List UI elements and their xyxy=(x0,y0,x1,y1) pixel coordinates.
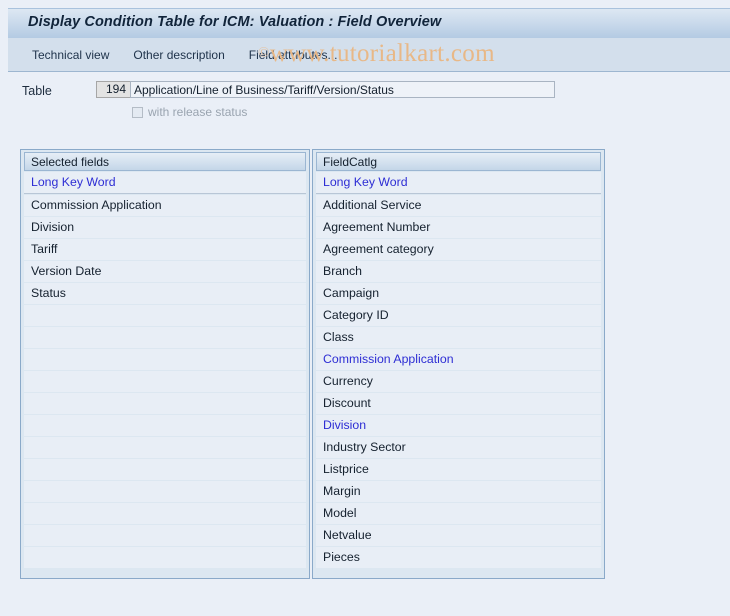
page-title: Display Condition Table for ICM: Valuati… xyxy=(28,14,442,30)
list-item-empty xyxy=(24,459,306,480)
list-item[interactable]: Category ID xyxy=(316,305,601,326)
list-item[interactable]: Margin xyxy=(316,481,601,502)
list-item-empty xyxy=(24,503,306,524)
selected-fields-header: Selected fields xyxy=(24,152,306,171)
list-item-empty xyxy=(24,481,306,502)
selected-fields-panel: Selected fields Long Key Word Commission … xyxy=(20,149,310,579)
table-form-area: Table with release status xyxy=(8,72,730,127)
list-item-label: Category ID xyxy=(323,308,389,322)
application-window: Display Condition Table for ICM: Valuati… xyxy=(0,0,730,616)
list-item-label: Margin xyxy=(323,484,361,498)
list-item[interactable]: Additional Service xyxy=(316,195,601,216)
list-item[interactable]: Agreement Number xyxy=(316,217,601,238)
list-item[interactable]: Agreement category xyxy=(316,239,601,260)
window-title-bar: Display Condition Table for ICM: Valuati… xyxy=(8,8,730,38)
technical-view-button[interactable]: Technical view xyxy=(20,46,121,64)
application-toolbar: Technical view Other description Field a… xyxy=(8,38,730,72)
list-item-label: Long Key Word xyxy=(31,175,116,189)
release-status-checkbox[interactable] xyxy=(132,106,143,118)
field-attributes-button[interactable]: Field attributes... xyxy=(237,46,350,64)
list-item-label: Currency xyxy=(323,374,373,388)
list-item[interactable]: Long Key Word xyxy=(316,172,601,194)
list-item-empty xyxy=(24,415,306,436)
list-item-label: Class xyxy=(323,330,354,344)
list-item-empty xyxy=(24,349,306,370)
list-item-label: Tariff xyxy=(31,242,58,256)
list-item-label: Model xyxy=(323,506,357,520)
list-item-empty xyxy=(24,305,306,326)
list-item-label: Additional Service xyxy=(323,198,422,212)
selected-fields-header-label: Selected fields xyxy=(31,155,110,169)
list-item-label: Branch xyxy=(323,264,362,278)
list-item-label: Long Key Word xyxy=(323,175,408,189)
list-item[interactable]: Netvalue xyxy=(316,525,601,546)
list-item-label: Status xyxy=(31,286,66,300)
list-item-label: Commission Application xyxy=(323,352,454,366)
list-item-label: Listprice xyxy=(323,462,369,476)
list-item[interactable]: Currency xyxy=(316,371,601,392)
other-description-button[interactable]: Other description xyxy=(121,46,236,64)
list-item-label: Agreement category xyxy=(323,242,434,256)
list-item[interactable]: Listprice xyxy=(316,459,601,480)
list-item-empty xyxy=(24,371,306,392)
content-area: Table with release status Selected field… xyxy=(8,72,730,616)
list-item[interactable]: Commission Application xyxy=(24,195,306,216)
list-item[interactable]: Model xyxy=(316,503,601,524)
list-item-empty xyxy=(24,525,306,546)
list-item[interactable]: Class xyxy=(316,327,601,348)
table-description-input[interactable] xyxy=(130,81,555,98)
list-item[interactable]: Long Key Word xyxy=(24,172,306,194)
list-item-label: Pieces xyxy=(323,550,360,564)
list-item-label: Netvalue xyxy=(323,528,372,542)
list-item-empty xyxy=(24,393,306,414)
list-item-label: Discount xyxy=(323,396,371,410)
list-item-empty xyxy=(24,547,306,568)
list-item[interactable]: Tariff xyxy=(24,239,306,260)
list-item[interactable]: Campaign xyxy=(316,283,601,304)
list-item[interactable]: Commission Application xyxy=(316,349,601,370)
list-item[interactable]: Pieces xyxy=(316,547,601,568)
list-item-label: Campaign xyxy=(323,286,380,300)
list-item[interactable]: Division xyxy=(316,415,601,436)
list-item[interactable]: Branch xyxy=(316,261,601,282)
list-item-label: Agreement Number xyxy=(323,220,431,234)
field-catalog-header-label: FieldCatlg xyxy=(323,155,378,169)
list-item-label: Division xyxy=(31,220,75,234)
toolbar-button-group: Technical view Other description Field a… xyxy=(20,46,349,64)
list-item-label: Commission Application xyxy=(31,198,162,212)
list-item-label: Version Date xyxy=(31,264,102,278)
list-item[interactable]: Division xyxy=(24,217,306,238)
table-label: Table xyxy=(22,84,52,98)
list-item-empty xyxy=(24,327,306,348)
field-catalog-header: FieldCatlg xyxy=(316,152,601,171)
list-item[interactable]: Discount xyxy=(316,393,601,414)
list-item-label: Division xyxy=(323,418,367,432)
list-item[interactable]: Industry Sector xyxy=(316,437,601,458)
list-item-empty xyxy=(24,437,306,458)
release-status-row[interactable]: with release status xyxy=(132,105,247,119)
release-status-label: with release status xyxy=(148,105,248,119)
selected-fields-list[interactable]: Long Key Word Commission Application Divis… xyxy=(24,172,306,570)
list-item-label: Industry Sector xyxy=(323,440,406,454)
list-item[interactable]: Version Date xyxy=(24,261,306,282)
list-item[interactable]: Status xyxy=(24,283,306,304)
field-catalog-panel: FieldCatlg Long Key Word Additional Servi… xyxy=(312,149,605,579)
field-catalog-list[interactable]: Long Key Word Additional Service Agreement… xyxy=(316,172,601,570)
